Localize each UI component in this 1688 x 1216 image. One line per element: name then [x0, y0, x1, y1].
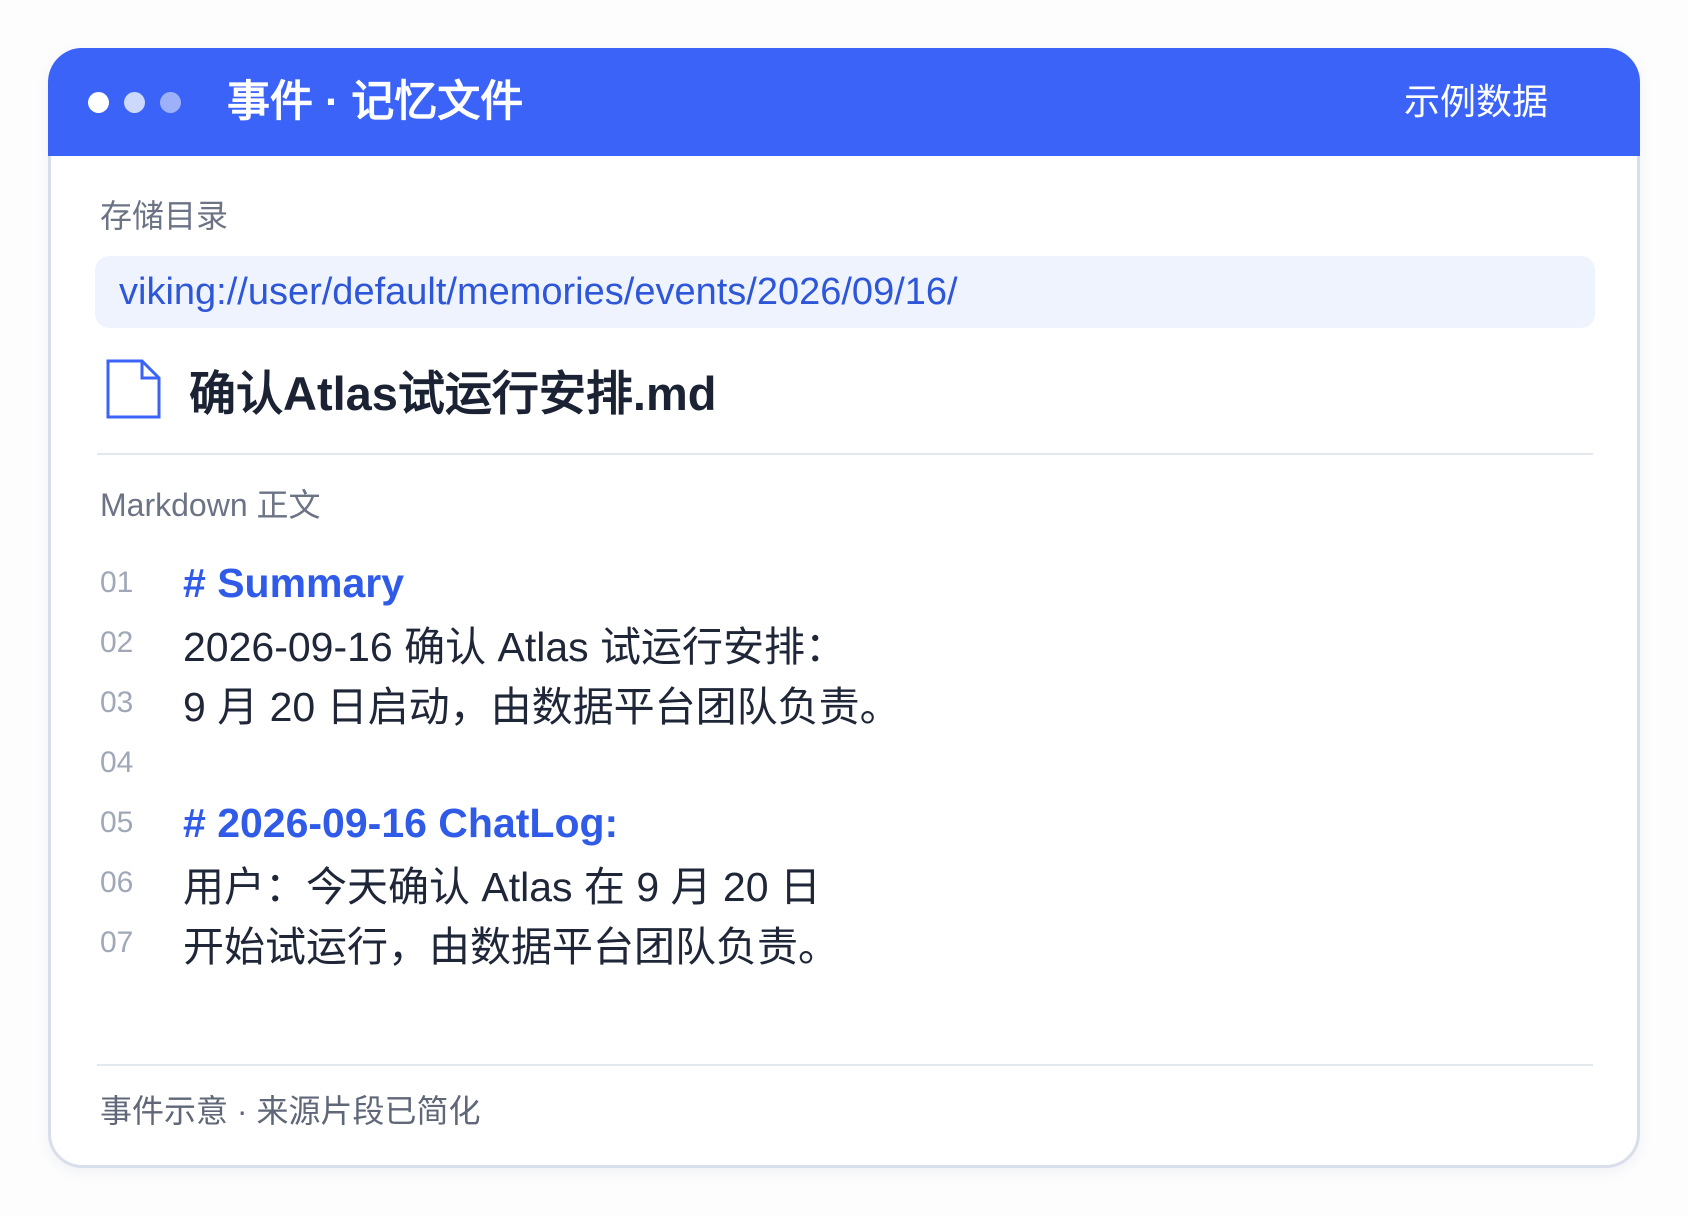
line-number: 01 — [100, 566, 134, 599]
code-line: 07 开始试运行，由数据平台团队负责。 — [95, 913, 1595, 973]
code-line: 05 # 2026-09-16 ChatLog: — [95, 793, 1595, 853]
code-line: 01 # Summary — [95, 553, 1595, 613]
code-line: 04 — [95, 733, 1595, 793]
code-line: 03 9 月 20 日启动，由数据平台团队负责。 — [95, 673, 1595, 733]
line-text: # 2026-09-16 ChatLog: — [183, 799, 619, 846]
file-icon — [105, 359, 162, 419]
window-dot — [88, 91, 109, 113]
line-number: 07 — [100, 926, 134, 959]
window-title: 事件 · 记忆文件 — [227, 78, 524, 126]
storage-path: viking://user/default/memories/events/20… — [95, 256, 1595, 328]
window-header: 事件 · 记忆文件 示例数据 — [48, 48, 1640, 156]
file-row: 确认Atlas试运行安排.md — [95, 359, 1595, 420]
line-number: 03 — [100, 686, 134, 719]
sample-data-badge: 示例数据 — [1403, 81, 1548, 122]
divider — [97, 1064, 1593, 1066]
line-number: 05 — [100, 806, 134, 839]
line-text: 2026-09-16 确认 Atlas 试运行安排： — [183, 624, 847, 670]
window-dots — [88, 91, 181, 113]
line-text: 9 月 20 日启动，由数据平台团队负责。 — [183, 684, 901, 730]
line-number: 06 — [100, 866, 134, 899]
line-text: # Summary — [183, 559, 405, 606]
markdown-label: Markdown 正文 — [100, 487, 321, 523]
line-number: 02 — [100, 626, 134, 659]
footer-note: 事件示意 · 来源片段已简化 — [100, 1093, 481, 1129]
code-line: 02 2026-09-16 确认 Atlas 试运行安排： — [95, 613, 1595, 673]
storage-label: 存储目录 — [100, 198, 229, 234]
window-dot — [124, 91, 145, 113]
divider — [97, 453, 1593, 455]
line-text: 用户：今天确认 Atlas 在 9 月 20 日 — [183, 864, 821, 910]
window-dot — [160, 91, 181, 113]
memory-file-card: 事件 · 记忆文件 示例数据 存储目录 viking://user/defaul… — [48, 48, 1640, 1168]
card-body: 存储目录 viking://user/default/memories/even… — [48, 156, 1640, 1168]
markdown-lines: 01 # Summary 02 2026-09-16 确认 Atlas 试运行安… — [95, 553, 1595, 973]
line-text: 开始试运行，由数据平台团队负责。 — [183, 924, 839, 970]
file-name: 确认Atlas试运行安排.md — [189, 366, 717, 420]
code-line: 06 用户：今天确认 Atlas 在 9 月 20 日 — [95, 853, 1595, 913]
line-number: 04 — [100, 746, 134, 779]
